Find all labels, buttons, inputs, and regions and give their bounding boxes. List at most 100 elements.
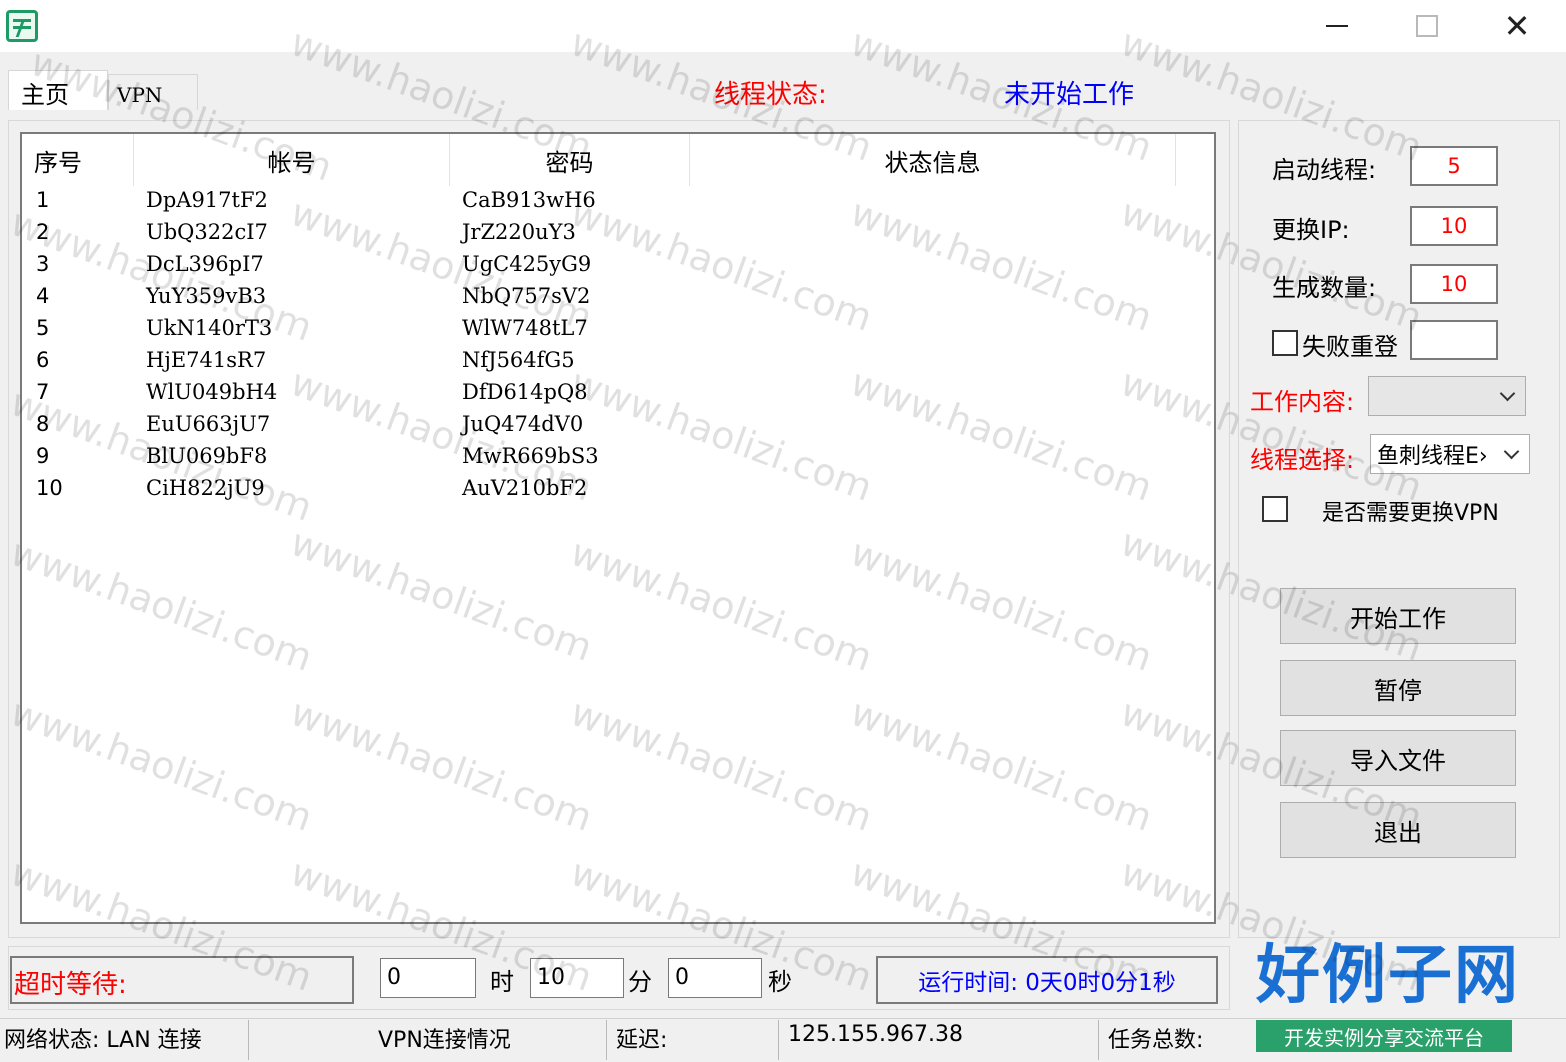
thread-status-label: 线程状态: [714, 80, 827, 110]
cell-index: 4 [36, 284, 50, 308]
cell-account: DpA917tF2 [146, 188, 268, 212]
hours-select[interactable]: 0 [380, 958, 476, 998]
table-row[interactable]: 10 CiH822jU9 AuV210bF2 [22, 474, 1212, 506]
column-header-password[interactable]: 密码 [450, 134, 690, 186]
cell-account: HjE741sR7 [146, 348, 267, 372]
app-icon [6, 10, 38, 42]
pause-button[interactable]: 暂停 [1280, 660, 1516, 716]
change-ip-label: 更换IP: [1272, 216, 1350, 244]
thread-select-label: 线程选择: [1250, 446, 1355, 474]
cell-password: JrZ220uY3 [462, 220, 576, 244]
seconds-select[interactable]: 0 [668, 958, 762, 998]
table-row[interactable]: 8 EuU663jU7 JuQ474dV0 [22, 410, 1212, 442]
need-vpn-label: 是否需要更换VPN [1322, 501, 1499, 526]
status-divider [778, 1020, 779, 1060]
cell-account: UbQ322cI7 [146, 220, 268, 244]
minutes-unit: 分 [628, 968, 652, 996]
tab-vpn[interactable]: VPN [108, 74, 198, 110]
gen-count-label: 生成数量: [1272, 274, 1377, 302]
vpn-status: VPN连接情况 [378, 1028, 511, 1053]
cell-index: 10 [36, 476, 63, 500]
thread-select-select[interactable]: 鱼刺线程E› [1370, 434, 1530, 474]
cell-index: 9 [36, 444, 50, 468]
table-row[interactable]: 9 BlU069bF8 MwR669bS3 [22, 442, 1212, 474]
start-work-button[interactable]: 开始工作 [1280, 588, 1516, 644]
work-content-select[interactable] [1368, 376, 1526, 416]
cell-account: UkN140rT3 [146, 316, 273, 340]
cell-password: CaB913wH6 [462, 188, 596, 212]
column-header-index[interactable]: 序号 [22, 134, 134, 186]
timeout-label: 超时等待: [10, 956, 354, 1004]
site-logo-tagline: 开发实例分享交流平台 [1256, 1020, 1512, 1052]
table-row[interactable]: 6 HjE741sR7 NfJ564fG5 [22, 346, 1212, 378]
gen-count-input[interactable]: 10 [1410, 264, 1498, 304]
cell-index: 5 [36, 316, 50, 340]
chevron-down-icon [447, 967, 469, 989]
cell-index: 8 [36, 412, 50, 436]
fail-relogin-checkbox[interactable] [1272, 330, 1298, 356]
chevron-down-icon [1497, 385, 1519, 407]
cell-index: 3 [36, 252, 50, 276]
latency-label: 延迟: [616, 1028, 668, 1053]
table-row[interactable]: 2 UbQ322cI7 JrZ220uY3 [22, 218, 1212, 250]
cell-index: 7 [36, 380, 50, 404]
maximize-icon [1416, 15, 1438, 37]
close-icon: ✕ [1503, 7, 1531, 45]
table-row[interactable]: 5 UkN140rT3 WlW748tL7 [22, 314, 1212, 346]
chevron-down-icon [1501, 443, 1523, 465]
cell-account: YuY359vB3 [146, 284, 267, 308]
import-file-button[interactable]: 导入文件 [1280, 730, 1516, 786]
column-header-account[interactable]: 帐号 [134, 134, 450, 186]
work-content-label: 工作内容: [1250, 388, 1355, 416]
start-threads-label: 启动线程: [1272, 156, 1377, 184]
status-divider [606, 1020, 607, 1060]
chevron-down-icon [595, 967, 617, 989]
cell-index: 1 [36, 188, 50, 212]
cell-index: 2 [36, 220, 50, 244]
seconds-unit: 秒 [768, 968, 792, 996]
task-total-label: 任务总数: [1108, 1028, 1204, 1053]
account-list[interactable]: 序号 帐号 密码 状态信息 1 DpA917tF2 CaB913wH6 2 UbQ32… [20, 132, 1216, 924]
cell-account: DcL396pI7 [146, 252, 264, 276]
chevron-down-icon [733, 967, 755, 989]
cell-password: AuV210bF2 [462, 476, 588, 500]
seconds-value: 0 [675, 965, 689, 990]
cell-account: CiH822jU9 [146, 476, 265, 500]
minutes-select[interactable]: 10 [530, 958, 624, 998]
minutes-value: 10 [537, 965, 565, 990]
cell-password: MwR669bS3 [462, 444, 599, 468]
thread-status-value: 未开始工作 [1004, 80, 1135, 110]
thread-select-value: 鱼刺线程E› [1377, 444, 1488, 469]
cell-password: NfJ564fG5 [462, 348, 575, 372]
hours-unit: 时 [490, 968, 514, 996]
status-divider [248, 1020, 249, 1060]
table-row[interactable]: 4 YuY359vB3 NbQ757sV2 [22, 282, 1212, 314]
exit-button[interactable]: 退出 [1280, 802, 1516, 858]
status-divider [1098, 1020, 1099, 1060]
column-header-status[interactable]: 状态信息 [690, 134, 1176, 186]
need-vpn-checkbox[interactable] [1262, 496, 1288, 522]
minimize-icon [1326, 25, 1348, 27]
hours-value: 0 [387, 965, 401, 990]
start-threads-input[interactable]: 5 [1410, 146, 1498, 186]
network-status: 网络状态: LAN 连接 [4, 1028, 202, 1053]
runtime-display: 运行时间: 0天0时0分1秒 [876, 956, 1218, 1004]
table-row[interactable]: 1 DpA917tF2 CaB913wH6 [22, 186, 1212, 218]
cell-account: WlU049bH4 [146, 380, 278, 404]
table-row[interactable]: 7 WlU049bH4 DfD614pQ8 [22, 378, 1212, 410]
table-row[interactable]: 3 DcL396pI7 UgC425yG9 [22, 250, 1212, 282]
cell-password: JuQ474dV0 [462, 412, 584, 436]
cell-password: UgC425yG9 [462, 252, 592, 276]
cell-password: DfD614pQ8 [462, 380, 588, 404]
cell-password: NbQ757sV2 [462, 284, 591, 308]
tab-home[interactable]: 主页 [8, 70, 108, 110]
change-ip-input[interactable]: 10 [1410, 206, 1498, 246]
fail-relogin-input[interactable] [1410, 320, 1498, 360]
cell-account: BlU069bF8 [146, 444, 268, 468]
fail-relogin-label: 失败重登 [1302, 333, 1398, 361]
minimize-button[interactable] [1292, 0, 1382, 52]
site-logo: 好例子网 [1256, 939, 1520, 1013]
maximize-button[interactable] [1382, 0, 1472, 52]
cell-account: EuU663jU7 [146, 412, 271, 436]
close-button[interactable]: ✕ [1472, 0, 1562, 52]
